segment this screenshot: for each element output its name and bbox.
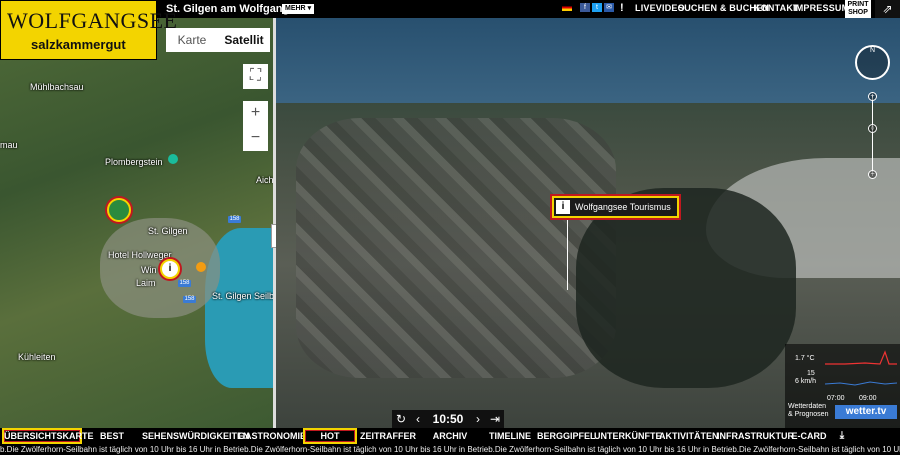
- map-label-win: Win: [141, 265, 157, 275]
- map-zoom-out-button[interactable]: −: [243, 126, 268, 151]
- weather-caption-2: & Prognosen: [788, 411, 829, 418]
- road-number-badge: 158: [228, 216, 241, 223]
- latest-icon[interactable]: ⇥: [486, 412, 504, 426]
- twitter-icon[interactable]: t: [592, 3, 602, 12]
- menu-zeitraffer[interactable]: ZEITRAFFER: [360, 428, 416, 444]
- hotspot-tourismus[interactable]: i Wolfgangsee Tourismus: [552, 196, 679, 218]
- zoom-track[interactable]: [872, 96, 873, 176]
- menu-sehenswurdigkeiten[interactable]: SEHENSWÜRDIGKEITEN: [142, 428, 250, 444]
- fullscreen-icon[interactable]: ⛶: [243, 64, 268, 89]
- scale-value: 15: [807, 370, 815, 377]
- wetter-tv-logo[interactable]: wetter.tv: [835, 405, 897, 419]
- current-time: 10:50: [432, 412, 464, 426]
- chart-time-start: 07:00: [827, 395, 845, 402]
- info-icon: i: [556, 200, 570, 214]
- map-type-tabs: Karte Satellit: [166, 28, 270, 52]
- map-label-laim: Laim: [136, 278, 156, 288]
- menu-archiv[interactable]: ARCHIV: [425, 428, 475, 444]
- logo-subtitle: salzkammergut: [31, 37, 126, 52]
- download-icon[interactable]: ⤓: [834, 428, 850, 444]
- share-icon[interactable]: ⇗: [875, 0, 900, 18]
- facebook-icon[interactable]: f: [580, 3, 590, 12]
- chart-time-end: 09:00: [859, 395, 877, 402]
- map-label-hotel: Hotel Hollweger: [108, 250, 172, 260]
- road-number-badge: 158: [183, 296, 196, 303]
- map-label-plombergstein: Plombergstein: [105, 157, 163, 167]
- map-label-st-gilgen: St. Gilgen: [148, 226, 188, 236]
- hotspot-label: Wolfgangsee Tourismus: [575, 202, 671, 212]
- language-flags: [562, 4, 572, 11]
- menu-e-card[interactable]: E-CARD: [788, 428, 830, 444]
- info-exclamation[interactable]: !: [620, 2, 624, 14]
- map-zoom-in-button[interactable]: +: [243, 101, 268, 126]
- print-shop-button[interactable]: PRINT SHOP: [845, 0, 871, 18]
- next-icon[interactable]: ›: [470, 412, 486, 426]
- menu-gastronomie[interactable]: GASTRONOMIE: [238, 428, 306, 444]
- temperature: 1.7 °C: [795, 355, 815, 362]
- print-label: PRINT: [847, 1, 869, 8]
- compass-icon[interactable]: N: [855, 45, 890, 80]
- map-label-aich: Aich: [256, 175, 273, 185]
- wolfgangsee-logo[interactable]: WOLFGANGSEE salzkammergut: [0, 0, 177, 60]
- nav-impressum[interactable]: IMPRESSUM: [793, 3, 849, 13]
- village-view: [296, 118, 616, 378]
- logo-title: WOLFGANGSEE: [7, 8, 178, 33]
- social-links: f t ✉: [580, 3, 614, 12]
- weather-caption-1: Wetterdaten: [788, 403, 827, 410]
- menu-aktivitaten[interactable]: AKTIVITÄTEN: [659, 428, 719, 444]
- map-label-kuhleiten: Kühleiten: [18, 352, 56, 362]
- zoom-minus-icon[interactable]: −: [868, 170, 877, 179]
- mail-icon[interactable]: ✉: [604, 3, 614, 12]
- more-dropdown[interactable]: MEHR ▾: [282, 4, 315, 14]
- menu-hot-spots[interactable]: HOT SPOTS: [303, 428, 357, 453]
- viewpoint-pin-icon[interactable]: [168, 154, 178, 164]
- road-number-badge: 158: [178, 280, 191, 287]
- restaurant-pin-icon[interactable]: [196, 262, 206, 272]
- map-label-muhlbachsau: Mühlbachsau: [30, 82, 84, 92]
- weather-sparkline: [825, 350, 897, 386]
- menu-infrastruktur[interactable]: INFRASTRUKTUR: [717, 428, 794, 444]
- compass-north: N: [869, 47, 876, 54]
- previous-icon[interactable]: ‹: [410, 412, 426, 426]
- more-label: MEHR: [285, 5, 306, 12]
- menu-ubersichtskarte[interactable]: ÜBERSICHTSKARTE: [2, 428, 94, 444]
- menu-timeline[interactable]: TIMELINE: [488, 428, 532, 444]
- hotspot-pointer-line: [567, 220, 568, 290]
- zoom-plus-icon[interactable]: +: [868, 92, 877, 101]
- info-pin-icon[interactable]: i: [160, 259, 180, 279]
- menu-unterkunfte[interactable]: UNTERKÜNFTE: [594, 428, 662, 444]
- tab-satellit[interactable]: Satellit: [218, 28, 270, 52]
- overview-map[interactable]: Mühlbachsau mau Plombergstein Aich St. G…: [0, 18, 273, 428]
- map-label-mau: mau: [0, 140, 18, 150]
- webcam-location-pin[interactable]: [107, 198, 131, 222]
- reload-icon[interactable]: ↻: [392, 412, 410, 426]
- time-navigator: ↻ ‹ 10:50 › ⇥: [392, 410, 504, 428]
- wind-speed: 6 km/h: [795, 378, 817, 385]
- news-ticker: b.Die Zwölferhorn-Seilbahn ist täglich v…: [0, 444, 900, 455]
- forest-view: [576, 188, 796, 388]
- german-flag-icon[interactable]: [562, 4, 572, 11]
- lake-view: [276, 18, 900, 103]
- menu-berggipfel[interactable]: BERGGIPFEL: [537, 428, 596, 444]
- map-label-seilbahn: St. Gilgen Seilbah: [212, 291, 273, 301]
- zoom-handle-icon[interactable]: ○: [868, 124, 877, 133]
- menu-best-shots[interactable]: BEST SHOTS: [84, 428, 140, 455]
- shop-label: SHOP: [848, 9, 868, 16]
